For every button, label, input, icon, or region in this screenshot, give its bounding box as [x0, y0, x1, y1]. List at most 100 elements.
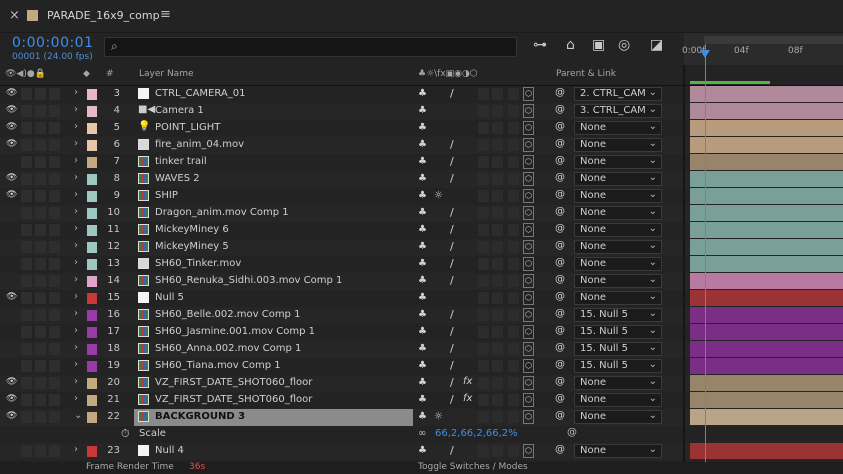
pick-whip-icon[interactable]: @ — [555, 376, 565, 387]
pick-whip-icon[interactable]: @ — [555, 104, 565, 115]
parent-select[interactable]: None ⌄ — [574, 376, 662, 390]
expand-twirl-icon[interactable]: › — [74, 121, 78, 132]
3d-layer-icon[interactable]: ⬡ — [523, 223, 534, 237]
shy-switch-icon[interactable]: ♣ — [418, 190, 427, 201]
switch-box[interactable] — [49, 241, 60, 253]
layer-name[interactable]: SH60_Anna.002.mov Comp 1 — [155, 343, 301, 354]
switch-box[interactable] — [49, 411, 60, 423]
layer-duration-bar[interactable] — [690, 324, 843, 340]
shy-switch-icon[interactable]: ♣ — [418, 275, 427, 286]
switch-box[interactable] — [478, 394, 489, 406]
layer-row[interactable]: 👁 › 9 SHIP ♣ ☼ ⬡ @ None ⌄ — [0, 188, 843, 205]
quality-switch-icon[interactable]: / — [450, 206, 454, 219]
label-color-swatch[interactable] — [87, 208, 97, 219]
expand-twirl-icon[interactable]: › — [74, 342, 78, 353]
switch-box[interactable] — [35, 207, 46, 219]
switch-box[interactable] — [21, 190, 32, 202]
visibility-eye-icon[interactable]: 👁 — [6, 122, 17, 132]
quality-switch-icon[interactable]: / — [450, 325, 454, 338]
pick-whip-icon[interactable]: @ — [555, 206, 565, 217]
playhead-icon[interactable] — [700, 50, 710, 58]
shy-switch-icon[interactable]: ♣ — [418, 122, 427, 133]
expand-twirl-icon[interactable]: › — [74, 104, 78, 115]
switch-box[interactable] — [49, 394, 60, 406]
switch-box[interactable] — [508, 224, 519, 236]
pick-whip-icon[interactable]: @ — [567, 427, 577, 438]
switch-box[interactable] — [49, 258, 60, 270]
layer-name[interactable]: SHIP — [155, 190, 178, 201]
switch-box[interactable] — [492, 105, 503, 117]
switch-box[interactable] — [478, 360, 489, 372]
shy-switch-icon[interactable]: ♣ — [418, 326, 427, 337]
expand-twirl-icon[interactable]: › — [74, 274, 78, 285]
switch-box[interactable] — [49, 309, 60, 321]
3d-layer-icon[interactable]: ⬡ — [523, 274, 534, 288]
switch-box[interactable] — [21, 377, 32, 389]
label-color-swatch[interactable] — [87, 412, 97, 423]
visibility-eye-icon[interactable]: 👁 — [6, 139, 17, 149]
switch-box[interactable] — [492, 190, 503, 202]
switch-box[interactable] — [21, 309, 32, 321]
layer-duration-bar[interactable] — [690, 290, 843, 306]
layer-name[interactable]: SH60_Belle.002.mov Comp 1 — [155, 309, 300, 320]
expand-twirl-icon[interactable]: › — [74, 189, 78, 200]
switch-box[interactable] — [508, 292, 519, 304]
switch-box[interactable] — [478, 445, 489, 457]
layer-row[interactable]: › 12 MickeyMiney 5 ♣ / ⬡ @ None ⌄ — [0, 239, 843, 256]
parent-select[interactable]: None ⌄ — [574, 444, 662, 458]
switch-box[interactable] — [508, 258, 519, 270]
layer-name[interactable]: Null 5 — [155, 292, 184, 303]
expand-twirl-icon[interactable]: › — [74, 87, 78, 98]
layer-duration-bar[interactable] — [690, 358, 843, 374]
parent-select[interactable]: None ⌄ — [574, 410, 662, 424]
switch-box[interactable] — [49, 173, 60, 185]
switch-box[interactable] — [478, 377, 489, 389]
pick-whip-icon[interactable]: @ — [555, 155, 565, 166]
layer-name[interactable]: BACKGROUND 3 — [155, 411, 245, 422]
3d-layer-icon[interactable]: ⬡ — [523, 291, 534, 305]
pick-whip-icon[interactable]: @ — [555, 172, 565, 183]
layer-duration-bar[interactable] — [690, 222, 843, 238]
expand-twirl-icon[interactable]: › — [74, 308, 78, 319]
pick-whip-icon[interactable]: @ — [555, 121, 565, 132]
switch-box[interactable] — [508, 394, 519, 406]
switch-box[interactable] — [508, 122, 519, 134]
visibility-eye-icon[interactable]: 👁 — [6, 394, 17, 404]
toggle-switches-modes-button[interactable]: Toggle Switches / Modes — [418, 462, 528, 472]
quality-switch-icon[interactable]: / — [450, 87, 454, 100]
visibility-eye-icon[interactable]: 👁 — [6, 173, 17, 183]
3d-layer-icon[interactable]: ⬡ — [523, 410, 534, 424]
3d-layer-icon[interactable]: ⬡ — [523, 172, 534, 186]
pick-whip-icon[interactable]: @ — [555, 291, 565, 302]
switch-box[interactable] — [508, 343, 519, 355]
switch-box[interactable] — [492, 360, 503, 372]
switch-box[interactable] — [49, 105, 60, 117]
parent-select[interactable]: None ⌄ — [574, 155, 662, 169]
layer-name-header[interactable]: Layer Name — [139, 69, 194, 79]
switch-box[interactable] — [35, 190, 46, 202]
layer-row[interactable]: › 17 SH60_Jasmine.001.mov Comp 1 ♣ / ⬡ @15. Nu… — [0, 324, 843, 341]
time-ruler[interactable]: 0:00f 04f 08f — [682, 33, 843, 65]
switch-box[interactable] — [508, 88, 519, 100]
layer-search-input[interactable]: ⌕ — [104, 37, 517, 57]
switch-box[interactable] — [492, 343, 503, 355]
shy-switch-icon[interactable]: ♣ — [418, 224, 427, 235]
3d-layer-icon[interactable]: ⬡ — [523, 206, 534, 220]
stopwatch-icon[interactable]: ⏱ — [121, 427, 130, 441]
switch-box[interactable] — [478, 139, 489, 151]
switch-box[interactable] — [508, 241, 519, 253]
switch-box[interactable] — [35, 122, 46, 134]
layer-row[interactable]: › 23 Null 4 ♣ / ⬡ @ None ⌄ — [0, 443, 843, 460]
switch-box[interactable] — [35, 139, 46, 151]
layer-row[interactable]: 👁 › 5 💡 POINT_LIGHT ♣ ⬡ @ None ⌄ — [0, 120, 843, 137]
pick-whip-icon[interactable]: @ — [555, 240, 565, 251]
switch-box[interactable] — [21, 88, 32, 100]
switch-box[interactable] — [21, 394, 32, 406]
layer-duration-bar[interactable] — [690, 341, 843, 357]
3d-layer-icon[interactable]: ⬡ — [523, 240, 534, 254]
switch-box[interactable] — [492, 122, 503, 134]
expand-twirl-icon[interactable]: › — [74, 240, 78, 251]
quality-switch-icon[interactable]: / — [450, 359, 454, 372]
switch-box[interactable] — [508, 411, 519, 423]
switch-box[interactable] — [508, 326, 519, 338]
